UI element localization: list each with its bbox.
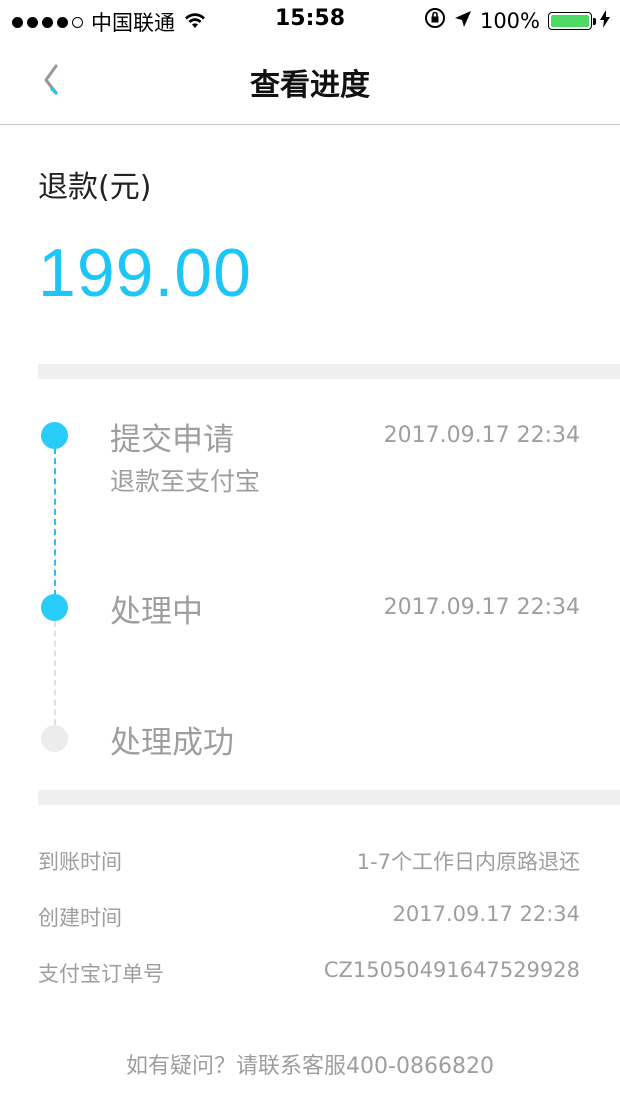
refund-amount-value: 199.00 [38,235,252,311]
status-bar: 中国联通 15:58 100% [0,0,620,40]
detail-value: 1-7个工作日内原路退还 [356,850,580,874]
step-subtitle: 退款至支付宝 [110,467,261,496]
section-divider [38,790,620,805]
detail-row-created-time: 创建时间 2017.09.17 22:34 [38,902,580,932]
battery-icon [548,11,596,30]
detail-row-alipay-order-number: 支付宝订单号 CZ15050491647529928 [38,958,580,988]
step-time: 2017.09.17 22:34 [383,595,580,620]
timeline-connector-pending [54,621,56,725]
step-title: 处理中 [110,594,203,630]
step-title: 处理成功 [110,725,234,761]
timeline-connector-done [54,448,56,596]
location-arrow-icon [454,9,472,33]
navigation-bar: 查看进度 [0,40,620,125]
status-right: 100% [424,7,610,34]
detail-row-arrival-time: 到账时间 1-7个工作日内原路退还 [38,846,580,876]
detail-value: CZ15050491647529928 [323,958,580,982]
section-divider [38,364,620,379]
detail-value: 2017.09.17 22:34 [392,902,580,926]
step-node-success [41,725,68,752]
page-title: 查看进度 [250,68,370,103]
step-time: 2017.09.17 22:34 [383,423,580,448]
step-node-processing [41,594,68,621]
detail-label: 到账时间 [38,850,122,874]
customer-service-hint[interactable]: 如有疑问？请联系客服400-0866820 [0,1048,620,1080]
orientation-lock-icon [424,7,446,34]
step-title: 提交申请 [110,422,234,458]
refund-amount-label: 退款(元) [38,170,152,205]
detail-label: 创建时间 [38,906,122,930]
step-node-submitted [41,422,68,449]
charging-bolt-icon [600,9,610,33]
detail-label: 支付宝订单号 [38,962,164,986]
battery-percent: 100% [479,8,540,33]
